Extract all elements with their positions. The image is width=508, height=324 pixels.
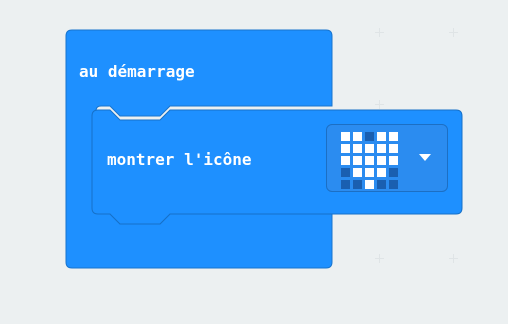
led-on — [377, 168, 386, 177]
led-off — [341, 180, 350, 189]
led-on — [377, 132, 386, 141]
led-on — [341, 156, 350, 165]
led-on — [389, 144, 398, 153]
led-on — [365, 144, 374, 153]
chevron-down-icon[interactable] — [419, 154, 431, 161]
on-start-label: au démarrage — [79, 62, 195, 81]
led-on — [353, 132, 362, 141]
led-on — [389, 156, 398, 165]
led-off — [377, 180, 386, 189]
show-icon-label: montrer l'icône — [107, 150, 252, 169]
led-on — [341, 144, 350, 153]
led-on — [341, 132, 350, 141]
led-on — [365, 168, 374, 177]
led-off — [389, 180, 398, 189]
led-on — [353, 168, 362, 177]
led-on — [353, 144, 362, 153]
led-on — [377, 156, 386, 165]
led-off — [353, 180, 362, 189]
led-on — [365, 156, 374, 165]
led-off — [365, 132, 374, 141]
led-on — [389, 132, 398, 141]
led-off — [341, 168, 350, 177]
led-on — [377, 144, 386, 153]
led-off — [389, 168, 398, 177]
blocks-workspace[interactable]: au démarrage montrer l'icône — [0, 0, 508, 324]
led-on — [353, 156, 362, 165]
led-on — [365, 180, 374, 189]
heart-icon — [341, 132, 398, 189]
